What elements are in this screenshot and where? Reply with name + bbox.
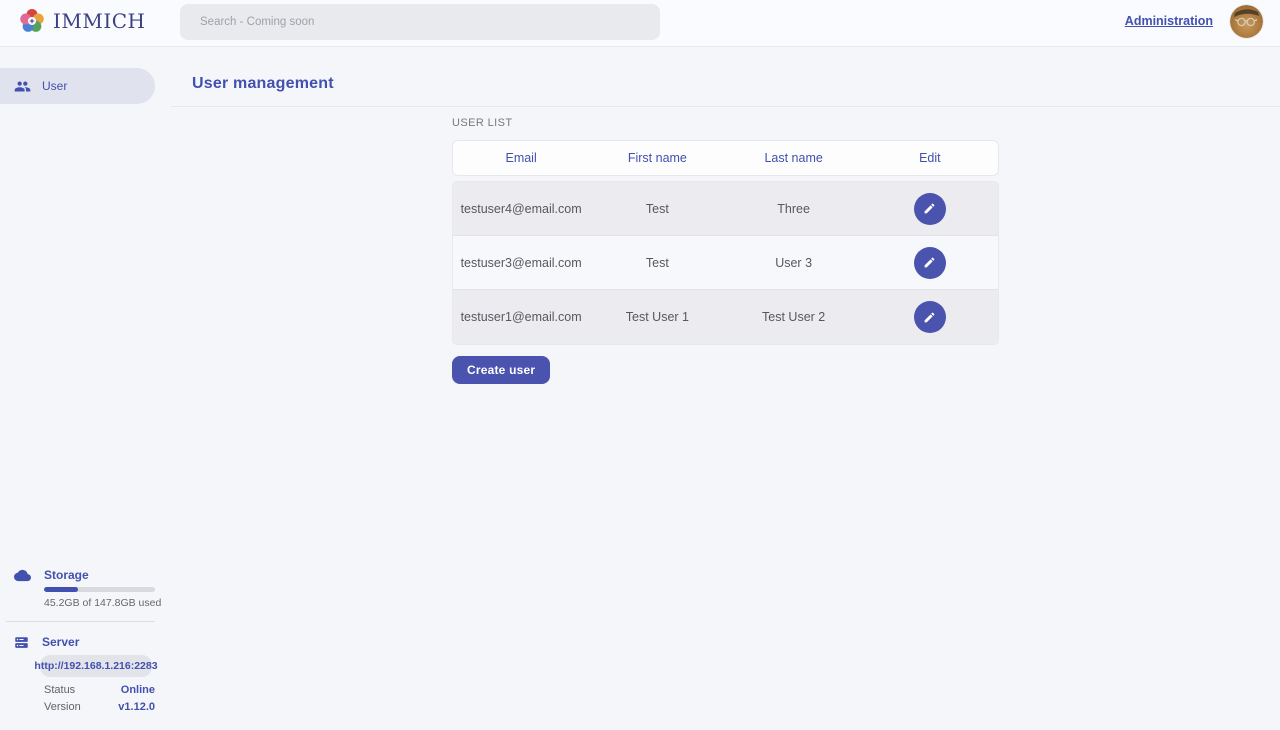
sidebar: User Storage 45.2GB of 147.8GB used (0, 47, 171, 730)
edit-user-button[interactable] (914, 193, 946, 225)
column-header-last-name: Last name (726, 151, 862, 165)
users-icon (14, 78, 31, 95)
server-status-value: Online (121, 684, 155, 696)
cell-first-name: Test User 1 (589, 310, 725, 324)
user-table-body: testuser4@email.com Test Three testuser3… (452, 181, 999, 345)
create-user-button[interactable]: Create user (452, 356, 550, 384)
storage-usage-text: 45.2GB of 147.8GB used (44, 598, 171, 609)
edit-user-button[interactable] (914, 247, 946, 279)
table-header: Email First name Last name Edit (452, 140, 999, 176)
pencil-icon (923, 311, 936, 324)
sidebar-status-panel: Storage 45.2GB of 147.8GB used (0, 566, 171, 713)
cell-email: testuser4@email.com (453, 202, 589, 216)
cell-first-name: Test (589, 202, 725, 216)
administration-link[interactable]: Administration (1125, 14, 1213, 28)
immich-admin-app: IMMICH Administration (0, 0, 1280, 730)
user-list-section: USER LIST Email First name Last name Edi… (452, 117, 999, 384)
user-avatar[interactable] (1230, 5, 1263, 38)
server-status-label: Status (44, 684, 75, 696)
cell-last-name: Three (726, 202, 862, 216)
server-url-badge: http://192.168.1.216:2283 (40, 655, 152, 677)
page-title: User management (192, 75, 334, 93)
server-section-header: Server (0, 633, 171, 651)
server-title: Server (42, 635, 79, 649)
column-header-first-name: First name (589, 151, 725, 165)
cell-email: testuser3@email.com (453, 256, 589, 270)
cloud-icon (14, 567, 31, 584)
storage-section-header: Storage (0, 566, 171, 584)
cell-last-name: Test User 2 (726, 310, 862, 324)
column-header-edit: Edit (862, 151, 998, 165)
cell-edit (862, 301, 998, 333)
main-panel: User management USER LIST Email First na… (171, 47, 1280, 730)
pencil-icon (923, 256, 936, 269)
top-bar: IMMICH Administration (0, 0, 1280, 47)
cell-edit (862, 193, 998, 225)
table-row: testuser4@email.com Test Three (453, 182, 998, 236)
server-icon (14, 635, 29, 650)
sidebar-divider (6, 621, 155, 622)
server-version-value: v1.12.0 (118, 701, 155, 713)
table-row: testuser1@email.com Test User 1 Test Use… (453, 290, 998, 344)
immich-logo[interactable]: IMMICH (18, 7, 146, 35)
edit-user-button[interactable] (914, 301, 946, 333)
user-avatar-photo (1230, 5, 1263, 38)
title-divider (171, 106, 1280, 107)
cell-last-name: User 3 (726, 256, 862, 270)
storage-title: Storage (44, 568, 89, 582)
table-row: testuser3@email.com Test User 3 (453, 236, 998, 290)
cell-email: testuser1@email.com (453, 310, 589, 324)
search-input[interactable] (180, 4, 660, 40)
storage-progress (44, 587, 155, 592)
server-status-row: Status Online (44, 684, 155, 696)
sidebar-item-user-label: User (42, 79, 67, 93)
cell-edit (862, 247, 998, 279)
user-list-label: USER LIST (452, 117, 999, 129)
pencil-icon (923, 202, 936, 215)
server-version-label: Version (44, 701, 81, 713)
server-version-row: Version v1.12.0 (44, 701, 155, 713)
sidebar-item-user[interactable]: User (0, 68, 155, 104)
immich-flower-icon (18, 7, 46, 35)
storage-progress-fill (44, 587, 78, 592)
cell-first-name: Test (589, 256, 725, 270)
app-name: IMMICH (53, 9, 146, 33)
column-header-email: Email (453, 151, 589, 165)
